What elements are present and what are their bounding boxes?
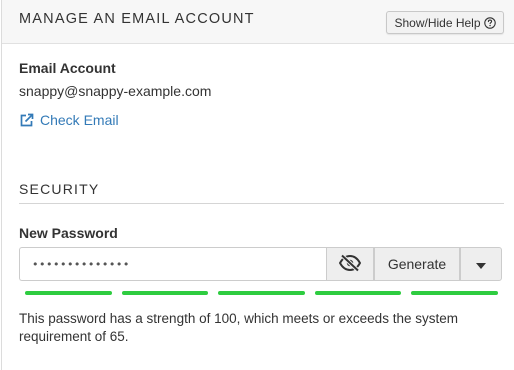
generate-options-dropdown[interactable] xyxy=(460,247,502,281)
caret-down-icon xyxy=(476,256,486,272)
question-circle-icon xyxy=(483,16,496,29)
security-section-title: SECURITY xyxy=(19,181,100,197)
show-hide-help-button[interactable]: Show/Hide Help xyxy=(386,11,504,34)
section-divider xyxy=(19,203,504,204)
strength-segment xyxy=(411,291,498,295)
strength-segment xyxy=(314,291,402,295)
generate-password-button[interactable]: Generate xyxy=(374,247,460,281)
new-password-label: New Password xyxy=(19,225,118,241)
manage-email-panel: MANAGE AN EMAIL ACCOUNT Show/Hide Help E… xyxy=(1,0,514,370)
strength-segment xyxy=(25,291,112,295)
strength-segment xyxy=(121,291,209,295)
strength-segment xyxy=(218,291,305,295)
strength-message: This password has a strength of 100, whi… xyxy=(19,311,458,344)
help-button-label: Show/Hide Help xyxy=(394,15,481,30)
check-email-link[interactable]: Check Email xyxy=(19,112,119,128)
page-title: MANAGE AN EMAIL ACCOUNT xyxy=(19,11,255,27)
toggle-visibility-button[interactable] xyxy=(326,247,374,281)
email-account-value: snappy@snappy-example.com xyxy=(19,83,212,99)
password-strength-meter xyxy=(25,291,498,295)
email-account-label: Email Account xyxy=(19,60,116,76)
password-input-group: Generate xyxy=(19,247,502,281)
check-email-label: Check Email xyxy=(40,112,119,128)
panel-header: MANAGE AN EMAIL ACCOUNT Show/Hide Help xyxy=(2,0,514,44)
eye-slash-icon xyxy=(338,253,362,275)
external-link-icon xyxy=(19,113,34,128)
new-password-input[interactable] xyxy=(19,247,326,281)
